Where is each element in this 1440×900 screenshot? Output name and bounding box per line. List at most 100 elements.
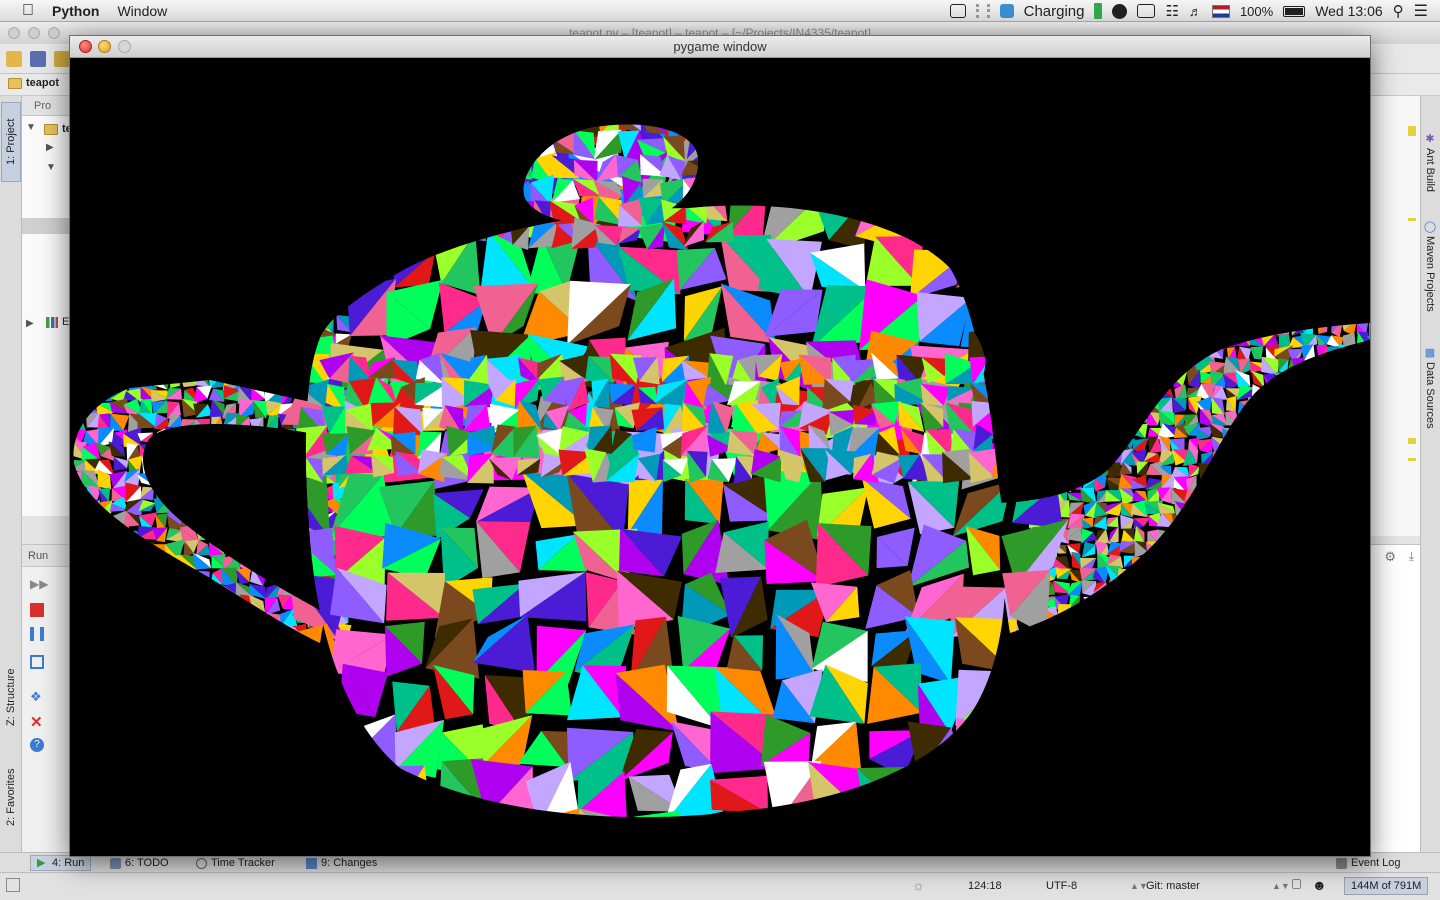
- mesh-triangle: [1136, 347, 1150, 360]
- mesh-triangle: [96, 384, 113, 402]
- battery-percent[interactable]: 100%: [1240, 4, 1273, 19]
- menu-window[interactable]: Window: [117, 3, 167, 19]
- pause-icon[interactable]: [30, 627, 44, 641]
- mesh-triangle: [240, 641, 255, 657]
- tab-changes[interactable]: 9: Changes: [300, 855, 383, 871]
- file-encoding[interactable]: UTF-8: [1046, 880, 1077, 892]
- mesh-triangle: [167, 637, 180, 653]
- expand-arrow-icon[interactable]: ▼: [46, 162, 56, 173]
- expand-arrow-icon[interactable]: ▼: [26, 122, 36, 133]
- render-canvas[interactable]: [70, 58, 1370, 856]
- spotlight-search-icon[interactable]: ⚲: [1393, 2, 1404, 20]
- tab-event-log[interactable]: Event Log: [1330, 855, 1407, 871]
- mesh-triangle: [111, 552, 125, 574]
- mesh-triangle: [166, 496, 185, 516]
- git-branch[interactable]: Git: master: [1146, 880, 1200, 892]
- app-menu[interactable]: Python: [52, 3, 99, 19]
- tab-todo[interactable]: 6: TODO: [104, 855, 175, 871]
- mesh-triangle: [235, 428, 256, 442]
- tab-structure[interactable]: Z: Structure: [1, 652, 21, 742]
- mesh-triangle: [238, 641, 255, 657]
- warning-marker[interactable]: [1408, 126, 1416, 136]
- mesh-triangle: [283, 429, 296, 442]
- minimize-button[interactable]: [98, 40, 111, 53]
- collapse-arrow-icon[interactable]: ▶: [26, 318, 34, 329]
- airplay-icon[interactable]: [949, 4, 966, 18]
- mesh-triangle: [248, 329, 264, 349]
- evernote-icon[interactable]: [1094, 3, 1103, 19]
- tab-favorites[interactable]: 2: Favorites: [1, 752, 21, 842]
- mesh-triangle: [1163, 544, 1172, 558]
- help-icon[interactable]: ?: [30, 738, 44, 752]
- mesh-triangle: [1249, 633, 1267, 650]
- mesh-triangle: [1339, 409, 1356, 428]
- memory-indicator[interactable]: 144M of 791M: [1344, 877, 1429, 895]
- collapse-arrow-icon[interactable]: ▶: [46, 142, 54, 153]
- open-icon[interactable]: [6, 51, 22, 67]
- branch-dropdown-icon[interactable]: ▲▼: [1272, 881, 1290, 891]
- pygame-title-bar[interactable]: pygame window: [70, 36, 1370, 58]
- apple-icon[interactable]: : [18, 2, 38, 20]
- sync-icon[interactable]: [54, 51, 70, 67]
- battery-status-text[interactable]: Charging: [1024, 3, 1085, 20]
- caret-position[interactable]: 124:18: [968, 880, 1002, 892]
- mesh-triangle: [1304, 622, 1318, 635]
- rerun-icon[interactable]: ▶▶: [30, 577, 48, 591]
- mesh-triangle: [1236, 633, 1254, 647]
- warning-marker[interactable]: [1408, 218, 1416, 221]
- ide-close-button[interactable]: [8, 27, 20, 39]
- mesh-triangle: [1317, 579, 1332, 596]
- close-button[interactable]: [79, 40, 92, 53]
- ide-zoom-button[interactable]: [48, 27, 60, 39]
- layout-icon[interactable]: [30, 655, 44, 669]
- clock[interactable]: Wed 13:06: [1315, 3, 1382, 19]
- gear-icon[interactable]: ⚙: [1384, 549, 1396, 565]
- warning-marker[interactable]: [1408, 438, 1416, 444]
- mesh-triangle: [168, 456, 185, 473]
- mesh-triangle: [1197, 604, 1210, 620]
- tab-maven-projects[interactable]: ◯ Maven Projects: [1421, 220, 1439, 312]
- background-tasks-icon[interactable]: ☼: [912, 877, 925, 893]
- battery-icon[interactable]: [1283, 5, 1306, 17]
- tab-run[interactable]: ▶ 4: Run: [30, 855, 92, 871]
- lock-icon[interactable]: [1292, 879, 1301, 889]
- mesh-triangle: [1238, 578, 1249, 596]
- inspector-icon[interactable]: ☻: [1312, 877, 1327, 893]
- breadcrumb-project[interactable]: teapot: [26, 77, 59, 89]
- toggle-tool-windows-icon[interactable]: [6, 878, 20, 892]
- grid-status-icon[interactable]: [975, 4, 990, 18]
- warning-marker[interactable]: [1408, 458, 1416, 461]
- mesh-triangle: [235, 500, 249, 516]
- close-icon[interactable]: ✕: [30, 713, 44, 731]
- language-flag-icon[interactable]: [1211, 4, 1230, 18]
- tab-time-tracker[interactable]: Time Tracker: [190, 855, 281, 871]
- mesh-triangle: [1316, 513, 1330, 528]
- dropbox-icon[interactable]: [999, 4, 1014, 18]
- mesh-triangle: [80, 570, 101, 581]
- zoom-button[interactable]: [118, 40, 131, 53]
- mesh-triangle: [222, 485, 241, 504]
- save-icon[interactable]: [30, 51, 46, 67]
- tab-ant-build[interactable]: ✱ Ant Build: [1421, 132, 1439, 192]
- mesh-triangle: [902, 189, 974, 234]
- notification-center-icon[interactable]: ☰: [1414, 1, 1428, 21]
- mesh-triangle: [289, 285, 342, 329]
- breadcrumb[interactable]: teapot: [8, 77, 59, 89]
- ide-minimize-button[interactable]: [28, 27, 40, 39]
- check-icon[interactable]: [1112, 3, 1128, 19]
- mesh-triangle: [237, 443, 254, 459]
- pin-icon[interactable]: ❖: [30, 689, 44, 704]
- mesh-triangle: [1330, 400, 1345, 411]
- mesh-triangle: [180, 622, 196, 644]
- mesh-triangle: [179, 656, 200, 668]
- wifi-icon[interactable]: ☷: [1165, 2, 1178, 20]
- mesh-triangle: [1058, 474, 1072, 493]
- hide-panel-icon[interactable]: ⤓: [1409, 549, 1414, 564]
- mesh-triangle: [1121, 349, 1136, 361]
- tab-project[interactable]: 1: Project: [1, 102, 21, 182]
- mesh-triangle: [82, 608, 99, 629]
- volume-icon[interactable]: ♬: [1189, 4, 1202, 19]
- tab-data-sources[interactable]: ▩ Data Sources: [1421, 346, 1439, 429]
- stop-icon[interactable]: [30, 603, 44, 617]
- keyboard-icon[interactable]: [1137, 4, 1156, 18]
